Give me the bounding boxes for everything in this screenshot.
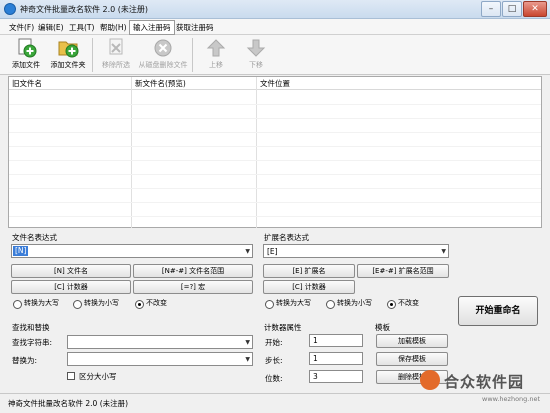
counter-digits-label: 位数: [265, 374, 283, 383]
ext-unchanged-radio[interactable]: 不改变 [387, 298, 437, 310]
filename-expression-value: [N] [13, 246, 29, 256]
save-template-button[interactable]: 保存模板 [376, 352, 448, 366]
ext-lowercase-radio[interactable]: 转换为小写 [326, 298, 388, 310]
add-file-icon [18, 38, 37, 58]
add-folder-button[interactable]: 添加文件夹 [46, 37, 90, 73]
case-sensitive-checkbox[interactable] [67, 372, 75, 380]
template-title: 模板 [375, 323, 390, 332]
ext-uppercase-radio[interactable]: 转换为大写 [265, 298, 327, 310]
counter-digits-input[interactable]: 3 [309, 370, 363, 383]
counter-start-label: 开始: [265, 338, 283, 347]
filename-lowercase-radio[interactable]: 转换为小写 [73, 298, 135, 310]
menu-edit[interactable]: 编辑(E) [38, 22, 64, 33]
column-old-name[interactable]: 旧文件名 [12, 78, 42, 89]
replace-input[interactable]: ▼ [67, 352, 253, 366]
extension-expression-title: 扩展名表达式 [264, 233, 309, 242]
chevron-down-icon[interactable]: ▼ [245, 356, 250, 363]
insert-macro-button[interactable]: [=?] 宏 [133, 280, 253, 294]
insert-extension-range-button[interactable]: [E#-#] 扩展名范围 [357, 264, 449, 278]
window-title: 神奇文件批量改名软件 2.0 (未注册) [20, 5, 149, 14]
chevron-down-icon[interactable]: ▼ [245, 248, 250, 255]
column-divider [256, 77, 257, 228]
filename-expression-title: 文件名表达式 [12, 233, 57, 242]
app-icon [4, 3, 16, 15]
list-row-line [9, 104, 541, 105]
column-divider [131, 77, 132, 228]
watermark-brand: 合众软件园 [444, 373, 525, 391]
status-text: 神奇文件批量改名软件 2.0 (未注册) [8, 399, 129, 408]
list-row-line [9, 202, 541, 203]
replace-label: 替换为: [12, 356, 38, 365]
insert-filename-button[interactable]: [N] 文件名 [11, 264, 131, 278]
list-row-line [9, 160, 541, 161]
menu-enter-code[interactable]: 输入注册码 [129, 20, 175, 35]
close-button[interactable]: ✕ [523, 1, 547, 17]
list-row-line [9, 118, 541, 119]
find-replace-title: 查找和替换 [12, 323, 50, 332]
chevron-down-icon[interactable]: ▼ [441, 248, 446, 255]
maximize-button[interactable]: □ [502, 1, 522, 17]
chevron-down-icon[interactable]: ▼ [245, 339, 250, 346]
delete-from-disk-label: 从磁盘删除文件 [138, 61, 188, 69]
move-down-label: 下移 [249, 61, 263, 69]
watermark-icon [420, 370, 440, 390]
arrow-up-icon [206, 39, 226, 57]
start-rename-button[interactable]: 开始重命名 [458, 296, 538, 326]
extension-expression-value: [E] [267, 247, 278, 256]
watermark-logo: 合众软件园 www.hezhong.net [420, 370, 548, 410]
list-row-line [9, 188, 541, 189]
extension-expression-combo[interactable]: [E] ▼ [263, 244, 449, 258]
filename-expression-combo[interactable]: [N] ▼ [11, 244, 253, 258]
list-row-line [9, 216, 541, 217]
watermark-url: www.hezhong.net [482, 395, 541, 403]
remove-icon [109, 38, 123, 55]
list-row-line [9, 132, 541, 133]
menu-file[interactable]: 文件(F) [9, 22, 34, 33]
minimize-button[interactable]: – [481, 1, 501, 17]
counter-start-input[interactable]: 1 [309, 334, 363, 347]
move-down-button[interactable]: 下移 [234, 37, 278, 73]
menu-get-code[interactable]: 获取注册码 [176, 22, 214, 33]
insert-extension-button[interactable]: [E] 扩展名 [263, 264, 355, 278]
remove-selected-button[interactable]: 移除所选 [94, 37, 138, 73]
delete-icon [154, 39, 172, 57]
find-input[interactable]: ▼ [67, 335, 253, 349]
menu-help[interactable]: 帮助(H) [100, 22, 127, 33]
filename-unchanged-radio[interactable]: 不改变 [135, 298, 185, 310]
filename-uppercase-radio[interactable]: 转换为大写 [13, 298, 75, 310]
counter-step-label: 步长: [265, 356, 283, 365]
file-list[interactable] [8, 76, 542, 228]
arrow-down-icon [246, 39, 266, 57]
delete-from-disk-button[interactable]: 从磁盘删除文件 [139, 37, 188, 73]
insert-ext-counter-button[interactable]: [C] 计数器 [263, 280, 355, 294]
load-template-button[interactable]: 加载模板 [376, 334, 448, 348]
counter-title: 计数器属性 [264, 323, 302, 332]
counter-step-input[interactable]: 1 [309, 352, 363, 365]
menu-tools[interactable]: 工具(T) [69, 22, 94, 33]
list-row-line [9, 146, 541, 147]
add-folder-icon [58, 41, 79, 58]
insert-filename-range-button[interactable]: [N#-#] 文件名范围 [133, 264, 253, 278]
list-row-line [9, 174, 541, 175]
column-new-name[interactable]: 新文件名(预览) [135, 78, 186, 89]
find-label: 查找字符串: [12, 338, 53, 347]
insert-counter-button[interactable]: [C] 计数器 [11, 280, 131, 294]
column-location[interactable]: 文件位置 [260, 78, 290, 89]
case-sensitive-label: 区分大小写 [79, 372, 117, 381]
